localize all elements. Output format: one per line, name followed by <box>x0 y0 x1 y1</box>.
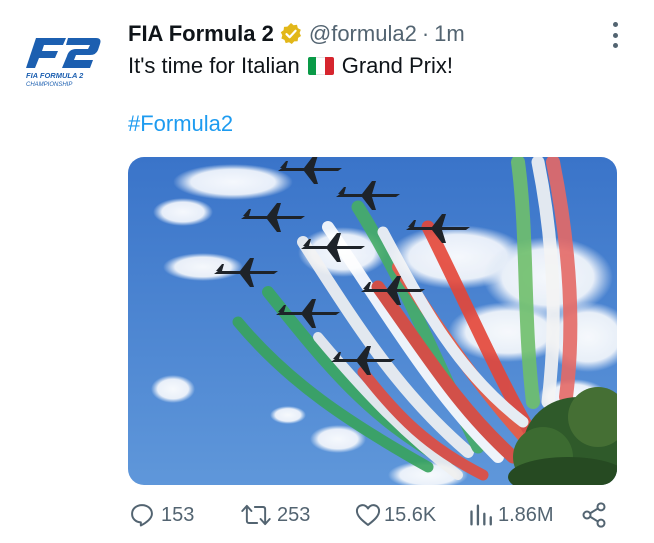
retweet-count: 253 <box>277 503 311 526</box>
views-button[interactable]: 1.86M <box>468 498 554 532</box>
logo-line-2: CHAMPIONSHIP <box>26 82 72 88</box>
share-button[interactable] <box>580 498 608 532</box>
user-handle[interactable]: @formula2 <box>309 18 417 50</box>
tweet-header: FIA Formula 2 @formula2 · 1m <box>128 18 604 50</box>
share-icon <box>582 502 606 528</box>
views-count: 1.86M <box>498 503 554 526</box>
timestamp[interactable]: 1m <box>434 18 465 50</box>
tweet-text-start: It's time for Italian <box>128 53 300 78</box>
logo-line-1: FIA FORMULA 2 <box>26 71 84 80</box>
like-count: 15.6K <box>384 503 437 526</box>
italy-flag-icon <box>307 57 334 75</box>
tweet-actions: 153 253 15.6K 1.86M <box>128 498 618 532</box>
retweet-button[interactable]: 253 <box>240 498 310 532</box>
avatar[interactable]: FIA FORMULA 2 CHAMPIONSHIP <box>22 36 102 88</box>
tweet-text-end: Grand Prix! <box>341 53 453 78</box>
tweet-image[interactable] <box>128 157 617 485</box>
tweet-text: It's time for Italian Grand Prix! <box>128 50 453 82</box>
views-chart-icon <box>470 504 492 526</box>
retweet-icon <box>241 504 271 526</box>
reply-button[interactable]: 153 <box>128 498 194 532</box>
tweet[interactable]: FIA FORMULA 2 CHAMPIONSHIP FIA Formula 2… <box>0 0 654 543</box>
heart-icon <box>355 504 381 526</box>
reply-count: 153 <box>161 503 195 526</box>
f2-logo-icon: FIA FORMULA 2 CHAMPIONSHIP <box>26 38 101 88</box>
hashtag-link[interactable]: #Formula2 <box>128 108 233 140</box>
verified-badge-icon[interactable] <box>279 22 303 46</box>
more-options-icon[interactable] <box>604 18 626 52</box>
display-name[interactable]: FIA Formula 2 <box>128 18 274 50</box>
reply-icon <box>131 504 153 527</box>
separator-dot: · <box>421 21 430 46</box>
like-button[interactable]: 15.6K <box>354 498 436 532</box>
